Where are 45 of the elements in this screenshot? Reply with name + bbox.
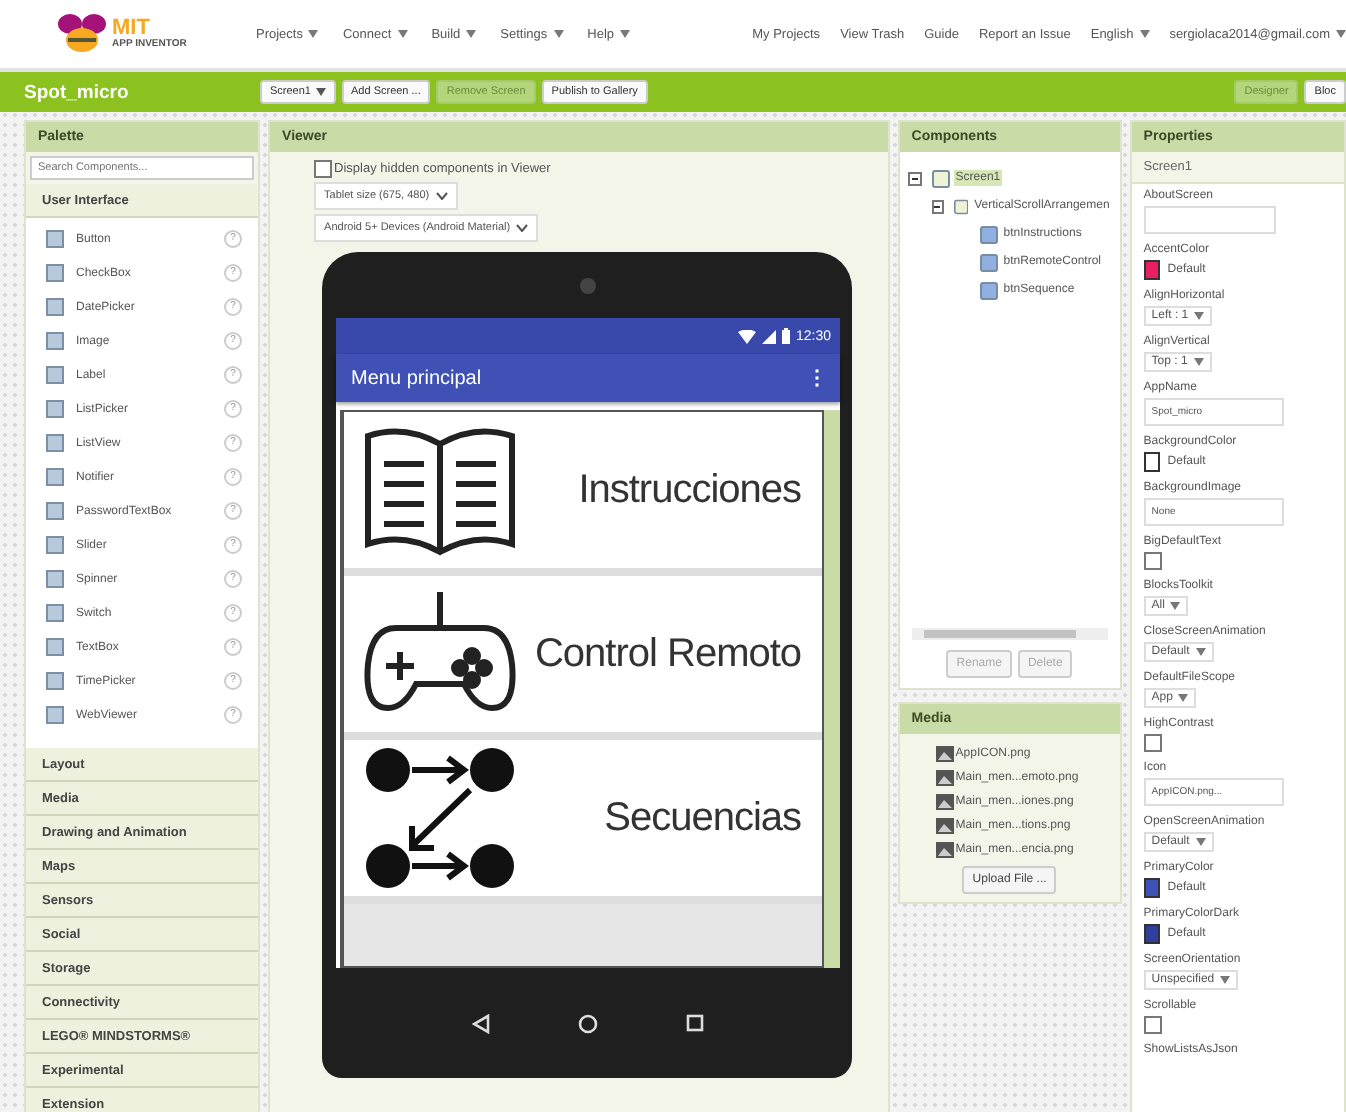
collapse-toggle[interactable] (907, 171, 922, 185)
checkbox[interactable] (314, 160, 333, 178)
checkbox[interactable] (1143, 552, 1162, 570)
caret-icon (553, 30, 564, 38)
signal-icon (762, 329, 776, 343)
chevron-icon (516, 224, 529, 232)
wifi-icon (738, 329, 756, 343)
caret-icon (308, 30, 319, 38)
app-title: Menu principal (351, 367, 482, 389)
caret-icon (397, 30, 408, 38)
home-icon[interactable] (577, 1013, 598, 1033)
caret-icon (466, 30, 477, 38)
caret-icon (1178, 694, 1189, 702)
caret-icon (1336, 30, 1346, 38)
caret-icon (1195, 838, 1206, 846)
image-file-icon (935, 746, 954, 762)
logo-title: MIT (112, 18, 150, 40)
chevron-icon (435, 192, 448, 200)
back-icon[interactable] (471, 1013, 490, 1033)
image-file-icon (935, 842, 954, 858)
caret-icon (1139, 30, 1150, 38)
caret-icon (1193, 358, 1204, 366)
recents-icon[interactable] (685, 1014, 704, 1032)
caret-icon (315, 88, 325, 96)
battery-icon (782, 328, 790, 344)
horizontal-scrollbar[interactable] (911, 628, 1108, 640)
image-file-icon (935, 794, 954, 810)
color-swatch[interactable] (1143, 924, 1160, 944)
caret-icon (1194, 312, 1205, 320)
checkbox[interactable] (1143, 1016, 1162, 1034)
collapse-toggle[interactable] (931, 199, 944, 213)
overflow-menu[interactable]: ⋮ (807, 366, 828, 390)
color-swatch[interactable] (1143, 878, 1160, 898)
image-file-icon (935, 818, 954, 834)
bee-logo-icon (56, 12, 108, 56)
image-file-icon (935, 770, 954, 786)
caret-icon (620, 30, 631, 38)
caret-icon (1220, 976, 1231, 984)
color-swatch[interactable] (1143, 452, 1160, 472)
checkbox[interactable] (1143, 734, 1162, 752)
caret-icon (1195, 648, 1206, 656)
camera-dot (579, 277, 596, 293)
color-swatch[interactable] (1143, 260, 1160, 280)
project-title: Spot_micro (24, 81, 131, 103)
caret-icon (1170, 602, 1181, 610)
